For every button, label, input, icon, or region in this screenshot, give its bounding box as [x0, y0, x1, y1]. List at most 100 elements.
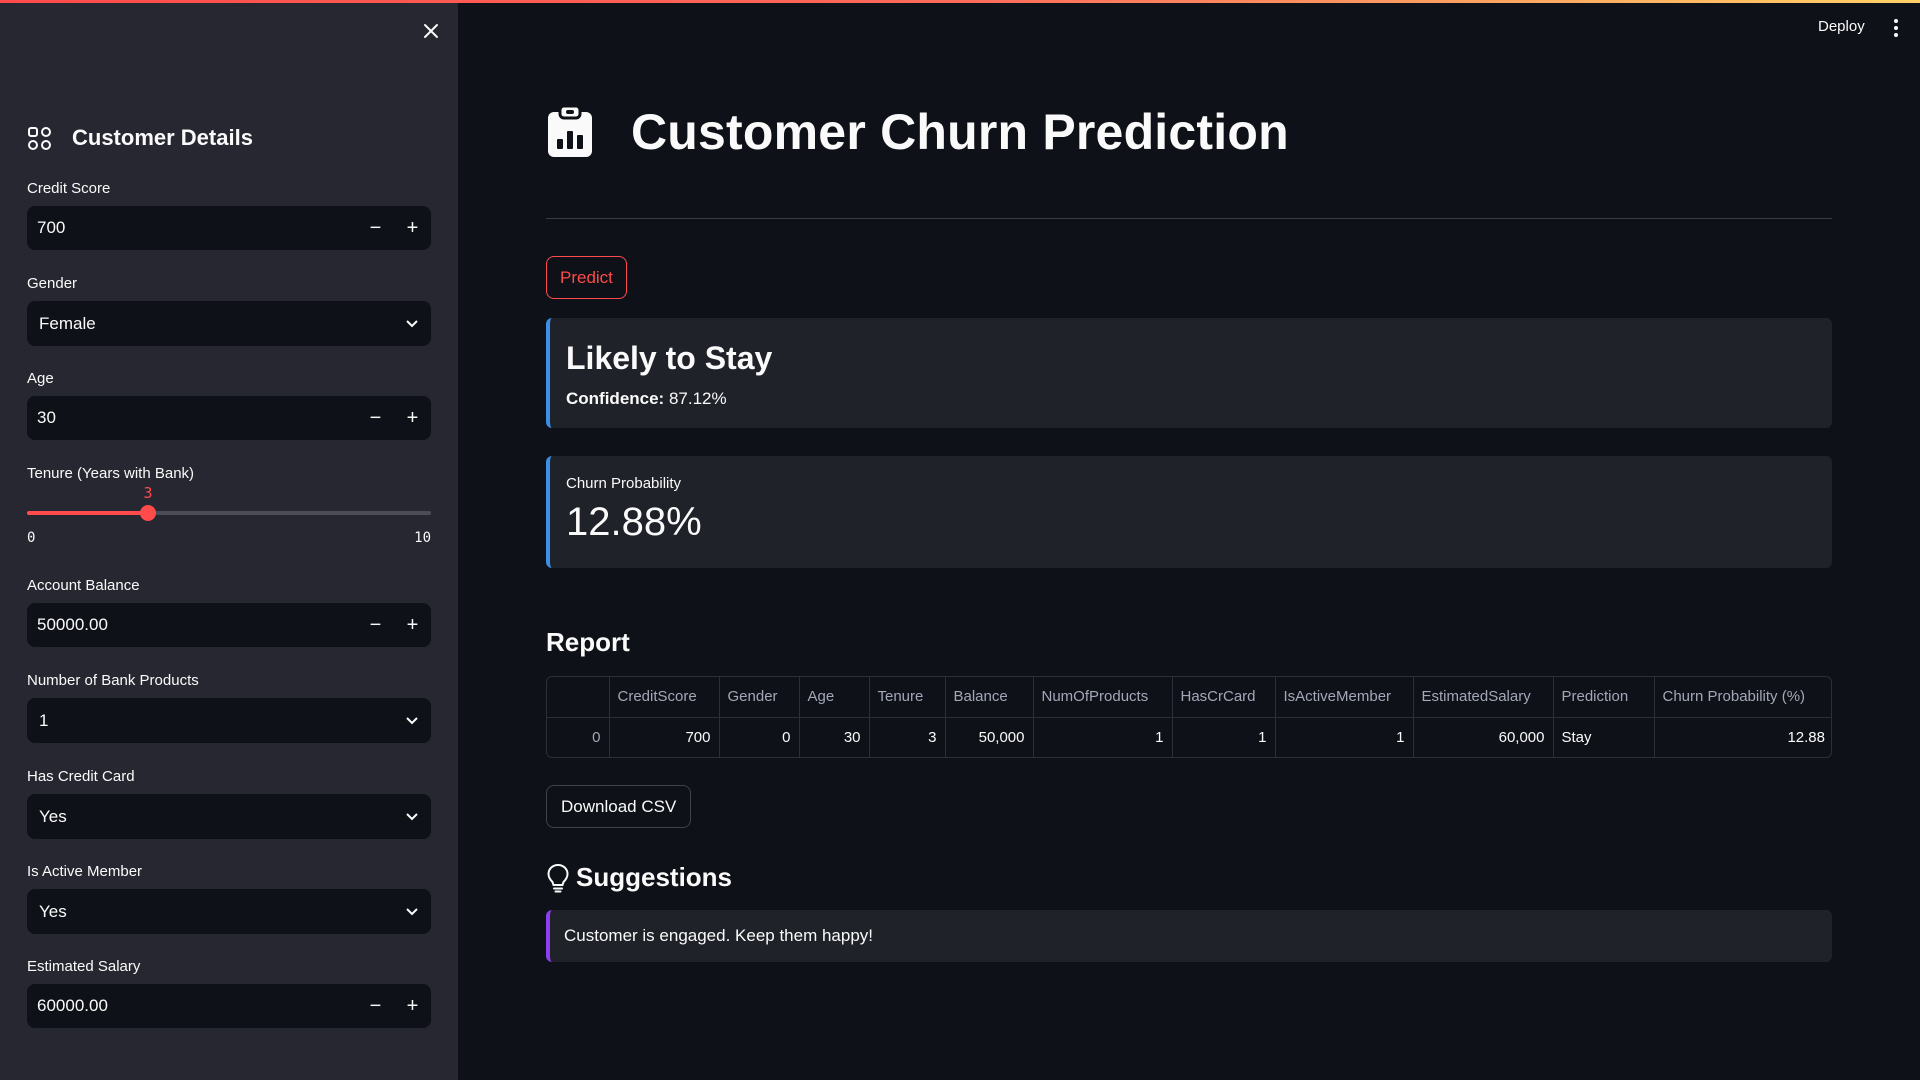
suggestions-heading-row: Suggestions: [546, 862, 732, 893]
gender-value: Female: [39, 313, 96, 333]
column-header[interactable]: Balance: [945, 677, 1034, 718]
minus-icon: −: [369, 406, 382, 429]
credit-score-increment-button[interactable]: +: [394, 206, 431, 250]
credit-card-select[interactable]: Yes: [27, 794, 431, 839]
credit-card-value: Yes: [39, 806, 67, 826]
column-header[interactable]: [547, 677, 610, 718]
products-value: 1: [39, 710, 49, 730]
table-cell: 12.88: [1787, 728, 1825, 746]
divider: [546, 218, 1832, 219]
balance-field: Account Balance 50000.00 − +: [27, 577, 431, 647]
column-header[interactable]: Tenure: [869, 677, 946, 718]
table-cell: 0: [547, 717, 610, 757]
age-decrement-button[interactable]: −: [357, 396, 394, 440]
column-header[interactable]: HasCrCard: [1172, 677, 1276, 718]
slider-fill: [27, 511, 148, 515]
close-sidebar-button[interactable]: [416, 16, 446, 46]
plus-icon: +: [406, 994, 419, 1017]
churn-probability-value: 12.88%: [566, 500, 702, 544]
balance-value[interactable]: 50000.00: [27, 615, 357, 635]
report-heading: Report: [546, 627, 630, 657]
table-cell: 700: [609, 717, 720, 757]
table-header-row: CreditScore Gender Age Tenure Balance NumOfPr…: [547, 677, 1831, 718]
confidence-label: Confidence:: [566, 389, 665, 408]
balance-decrement-button[interactable]: −: [357, 603, 394, 647]
close-icon: [424, 24, 438, 38]
slider-min-label: 0: [27, 530, 36, 546]
age-increment-button[interactable]: +: [394, 396, 431, 440]
slider-max-label: 10: [414, 530, 431, 546]
active-member-value: Yes: [39, 901, 67, 921]
kebab-dot: [1894, 26, 1898, 30]
plus-icon: +: [406, 216, 419, 239]
column-header[interactable]: Churn Probability (%): [1654, 677, 1831, 718]
gender-select[interactable]: Female: [27, 301, 431, 346]
kebab-dot: [1894, 33, 1898, 37]
report-table[interactable]: CreditScore Gender Age Tenure Balance NumOfPr…: [546, 676, 1832, 758]
prediction-result-card: Likely to Stay Confidence: 87.12%: [546, 318, 1832, 428]
tenure-field: Tenure (Years with Bank) 3 0 10: [27, 465, 431, 546]
active-member-select[interactable]: Yes: [27, 889, 431, 934]
sidebar: Customer Details Credit Score 700 − + Ge…: [0, 0, 458, 1080]
chevron-down-icon: [406, 812, 418, 820]
column-header[interactable]: Prediction: [1553, 677, 1655, 718]
gender-label: Gender: [27, 275, 78, 292]
table-cell: 3: [869, 717, 946, 757]
page-title: Customer Churn Prediction: [631, 104, 1289, 160]
table-row[interactable]: 0 700 0 30 3 50,000 1 1 1 60,000 Stay 12.88: [547, 717, 1831, 757]
slider-thumb[interactable]: [140, 505, 156, 521]
age-field: Age 30 − +: [27, 370, 431, 440]
top-decoration-bar: [0, 0, 1920, 3]
age-label: Age: [27, 370, 54, 387]
gender-field: Gender Female: [27, 275, 431, 346]
salary-increment-button[interactable]: +: [394, 984, 431, 1028]
plus-icon: +: [406, 613, 419, 636]
balance-increment-button[interactable]: +: [394, 603, 431, 647]
column-header[interactable]: EstimatedSalary: [1413, 677, 1554, 718]
column-header[interactable]: CreditScore: [609, 677, 720, 718]
column-header[interactable]: Gender: [719, 677, 800, 718]
credit-score-input[interactable]: 700 − +: [27, 206, 431, 250]
column-header[interactable]: NumOfProducts: [1033, 677, 1173, 718]
download-csv-button[interactable]: Download CSV: [546, 785, 692, 828]
products-label: Number of Bank Products: [27, 672, 199, 689]
salary-decrement-button[interactable]: −: [357, 984, 394, 1028]
minus-icon: −: [369, 994, 382, 1017]
credit-score-value[interactable]: 700: [27, 218, 357, 238]
tenure-slider[interactable]: 3 0 10: [27, 482, 431, 546]
churn-probability-card: Churn Probability 12.88%: [546, 456, 1832, 568]
credit-card-label: Has Credit Card: [27, 768, 135, 785]
active-member-label: Is Active Member: [27, 863, 143, 880]
table-cell: 30: [799, 717, 870, 757]
churn-probability-label: Churn Probability: [566, 475, 682, 492]
balance-label: Account Balance: [27, 577, 140, 594]
table-cell: Stay: [1553, 717, 1655, 757]
deploy-button[interactable]: Deploy: [1818, 18, 1865, 35]
chevron-down-icon: [406, 319, 418, 327]
salary-value[interactable]: 60000.00: [27, 996, 357, 1016]
column-header[interactable]: Age: [799, 677, 870, 718]
salary-input[interactable]: 60000.00 − +: [27, 984, 431, 1028]
balance-input[interactable]: 50000.00 − +: [27, 603, 431, 647]
title-row: Customer Churn Prediction: [546, 103, 1289, 161]
table-cell: 50,000: [945, 717, 1034, 757]
confidence-value: 87.12%: [668, 389, 727, 408]
suggestions-heading: Suggestions: [576, 862, 733, 892]
column-header[interactable]: IsActiveMember: [1275, 677, 1414, 718]
minus-icon: −: [369, 216, 382, 239]
age-value[interactable]: 30: [27, 408, 357, 428]
chevron-down-icon: [406, 716, 418, 724]
credit-score-decrement-button[interactable]: −: [357, 206, 394, 250]
kebab-dot: [1894, 19, 1898, 23]
age-input[interactable]: 30 − +: [27, 396, 431, 440]
tenure-label: Tenure (Years with Bank): [27, 465, 195, 482]
predict-button[interactable]: Predict: [546, 256, 627, 299]
main-menu-button[interactable]: [1886, 16, 1906, 40]
lightbulb-icon: [547, 863, 569, 892]
table-cell: 1: [1033, 717, 1173, 757]
salary-label: Estimated Salary: [27, 958, 141, 975]
products-select[interactable]: 1: [27, 698, 431, 743]
table-cell: 60,000: [1413, 717, 1554, 757]
sidebar-header: Customer Details: [27, 125, 253, 151]
table-cell: 1: [1172, 717, 1276, 757]
